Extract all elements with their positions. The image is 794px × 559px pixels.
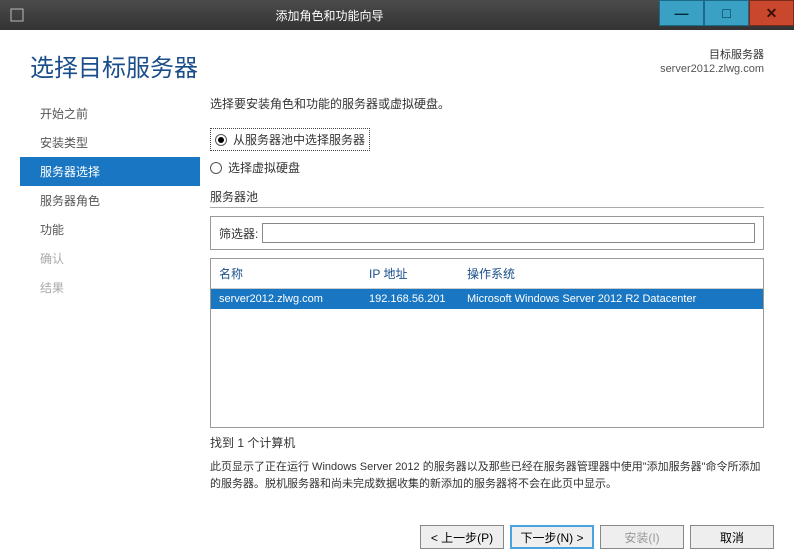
nav-item-server-roles[interactable]: 服务器角色: [20, 186, 200, 215]
filter-row: 筛选器:: [210, 216, 764, 250]
target-server-block: 目标服务器 server2012.zlwg.com: [660, 48, 764, 77]
footer-note: 此页显示了正在运行 Windows Server 2012 的服务器以及那些已经…: [210, 459, 764, 492]
radio-select-from-pool[interactable]: 从服务器池中选择服务器: [210, 128, 370, 151]
cell-os: Microsoft Windows Server 2012 R2 Datacen…: [467, 293, 755, 305]
close-button[interactable]: ✕: [749, 0, 794, 26]
radio-select-from-pool-label: 从服务器池中选择服务器: [233, 131, 365, 148]
nav-item-features[interactable]: 功能: [20, 215, 200, 244]
instruction-text: 选择要安装角色和功能的服务器或虚拟硬盘。: [210, 95, 764, 112]
window-icon: [0, 0, 34, 30]
window-title: 添加角色和功能向导: [34, 7, 659, 24]
server-pool-label: 服务器池: [210, 188, 764, 205]
nav-item-install-type[interactable]: 安装类型: [20, 128, 200, 157]
found-count: 找到 1 个计算机: [210, 434, 764, 451]
title-bar: 添加角色和功能向导 — □ ✕: [0, 0, 794, 30]
wizard-button-bar: < 上一步(P) 下一步(N) > 安装(I) 取消: [420, 525, 774, 549]
column-header-name[interactable]: 名称: [219, 265, 369, 282]
cell-name: server2012.zlwg.com: [219, 293, 369, 305]
target-server-name: server2012.zlwg.com: [660, 62, 764, 76]
cancel-button[interactable]: 取消: [690, 525, 774, 549]
target-server-label: 目标服务器: [660, 48, 764, 62]
nav-item-before-begin[interactable]: 开始之前: [20, 99, 200, 128]
radio-icon: [215, 134, 227, 146]
table-header: 名称 IP 地址 操作系统: [211, 259, 763, 289]
previous-button[interactable]: < 上一步(P): [420, 525, 504, 549]
nav-item-confirmation: 确认: [20, 244, 200, 273]
divider: [210, 207, 764, 208]
maximize-button[interactable]: □: [704, 0, 749, 26]
server-table: 名称 IP 地址 操作系统 server2012.zlwg.com 192.16…: [210, 258, 764, 428]
radio-icon: [210, 162, 222, 174]
wizard-nav: 开始之前 安装类型 服务器选择 服务器角色 功能 确认 结果: [20, 95, 200, 492]
radio-select-vhd-label: 选择虚拟硬盘: [228, 159, 300, 176]
column-header-ip[interactable]: IP 地址: [369, 265, 467, 282]
install-button: 安装(I): [600, 525, 684, 549]
page-title: 选择目标服务器: [30, 48, 198, 83]
next-button[interactable]: 下一步(N) >: [510, 525, 594, 549]
nav-item-results: 结果: [20, 273, 200, 302]
radio-select-vhd[interactable]: 选择虚拟硬盘: [210, 159, 764, 176]
minimize-button[interactable]: —: [659, 0, 704, 26]
cell-ip: 192.168.56.201: [369, 293, 467, 305]
table-row[interactable]: server2012.zlwg.com 192.168.56.201 Micro…: [211, 289, 763, 309]
filter-label: 筛选器:: [219, 225, 258, 242]
column-header-os[interactable]: 操作系统: [467, 265, 755, 282]
nav-item-server-selection[interactable]: 服务器选择: [20, 157, 200, 186]
filter-input[interactable]: [262, 223, 755, 243]
